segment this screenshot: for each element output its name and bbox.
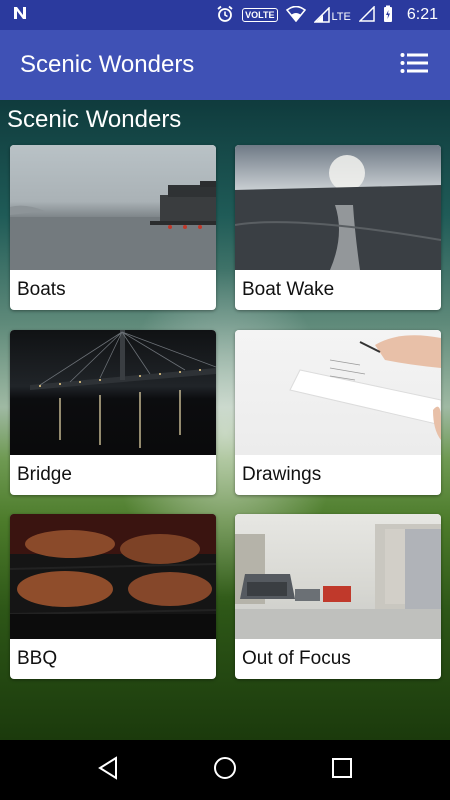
- recents-icon: [331, 757, 353, 784]
- card-label: Boat Wake: [242, 279, 335, 300]
- card-label: Drawings: [242, 464, 322, 485]
- card-label: BBQ: [17, 648, 58, 669]
- list-menu-icon: [400, 51, 428, 80]
- card-out-of-focus[interactable]: Out of Focus: [235, 514, 441, 679]
- status-bar: VOLTE LTE 6:21: [0, 0, 450, 30]
- battery-charging-icon: [383, 5, 393, 26]
- status-time: 6:21: [406, 6, 438, 23]
- navigation-bar: [0, 740, 450, 800]
- home-button[interactable]: [201, 746, 249, 794]
- signal-icon-2: [358, 4, 375, 25]
- volte-badge: VOLTE: [242, 8, 278, 22]
- card-label: Boats: [17, 279, 66, 300]
- card-image-bbq: [10, 514, 216, 639]
- list-menu-button[interactable]: [398, 49, 430, 81]
- app-bar: Scenic Wonders: [0, 30, 450, 100]
- recents-button[interactable]: [318, 746, 366, 794]
- signal-icon: LTE: [313, 7, 351, 23]
- n-icon: [12, 5, 28, 26]
- card-image-out-of-focus: [235, 514, 441, 639]
- card-image-bridge: [10, 330, 216, 455]
- home-icon: [212, 755, 238, 786]
- content-area: Scenic Wonders Boats Boat Wake Bridge Dr…: [0, 100, 450, 740]
- back-button[interactable]: [84, 746, 132, 794]
- card-bbq[interactable]: BBQ: [10, 514, 216, 679]
- card-boats[interactable]: Boats: [10, 145, 216, 310]
- card-image-boat-wake: [235, 145, 441, 270]
- card-label: Out of Focus: [242, 648, 351, 669]
- network-type: LTE: [331, 11, 351, 23]
- card-image-boats: [10, 145, 216, 270]
- wifi-icon: [285, 5, 306, 25]
- card-image-drawings: [235, 330, 441, 455]
- card-bridge[interactable]: Bridge: [10, 330, 216, 495]
- card-boat-wake[interactable]: Boat Wake: [235, 145, 441, 310]
- card-label: Bridge: [17, 464, 72, 485]
- card-drawings[interactable]: Drawings: [235, 330, 441, 495]
- alarm-icon: [216, 5, 234, 26]
- app-title: Scenic Wonders: [20, 51, 195, 78]
- back-icon: [97, 755, 119, 785]
- section-title: Scenic Wonders: [7, 106, 182, 133]
